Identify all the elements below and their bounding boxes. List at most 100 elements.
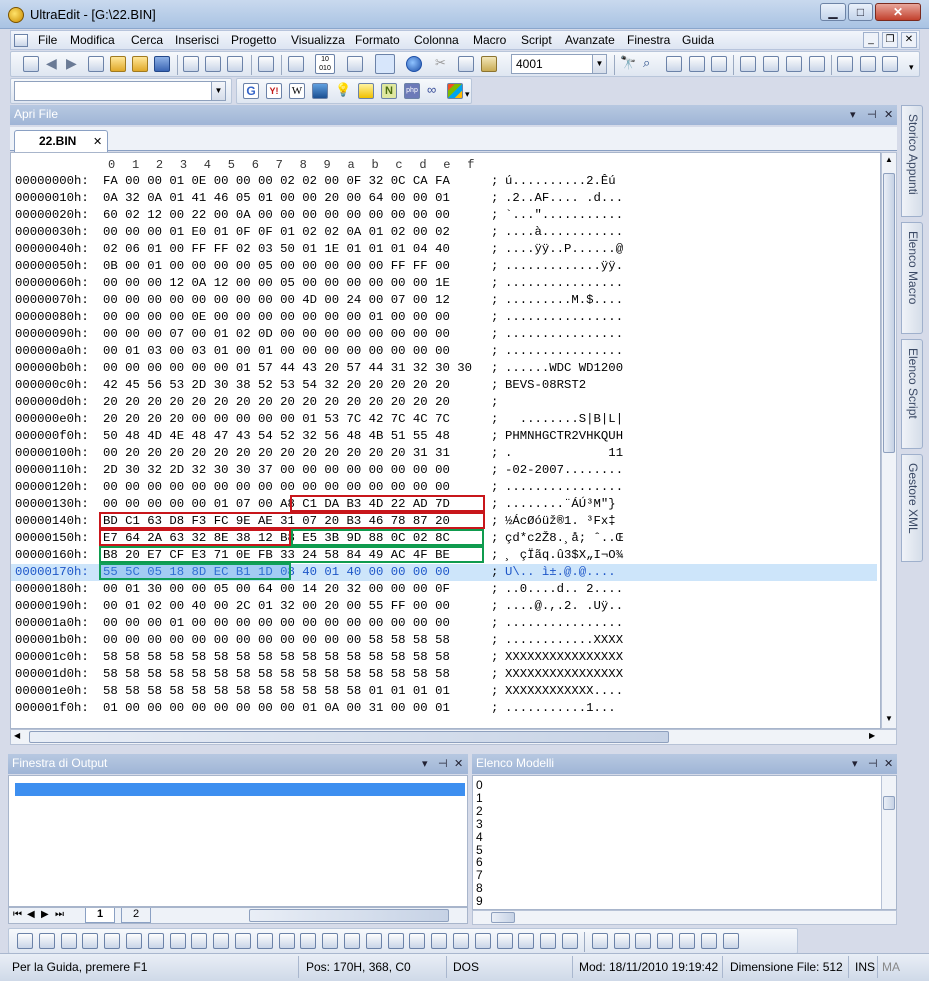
hex-row[interactable]: 000001e0h: 58 58 58 58 58 58 58 58 58 58 … (15, 683, 623, 700)
msdn-search-icon[interactable] (312, 83, 328, 99)
hex-row[interactable]: 00000010h: 0A 32 0A 01 41 46 05 01 00 00 … (15, 190, 623, 207)
models-list-item[interactable]: 2 (476, 804, 483, 818)
hex-row[interactable]: 00000150h: E7 64 2A 63 32 8E 38 12 B8 E5 … (15, 530, 623, 547)
menu-cerca[interactable]: Cerca (131, 33, 163, 47)
hex-row-ascii[interactable]: ½ÁcØóüž®1. ³Fx‡ (505, 513, 616, 530)
find-icon[interactable]: 🔭 (620, 56, 636, 72)
font-size-combo[interactable]: 4001 ▼ (511, 54, 607, 74)
google-search-icon[interactable]: G (243, 83, 259, 99)
n-search-icon[interactable]: N (381, 83, 397, 99)
hex-row-bytes[interactable]: 00 01 02 00 40 00 2C 01 32 00 20 00 55 F… (103, 598, 450, 615)
font-color-icon[interactable] (169, 933, 186, 949)
hex-row-ascii[interactable]: ................ (505, 326, 623, 343)
menu-formato[interactable]: Formato (355, 33, 400, 47)
spellcheck-icon[interactable] (227, 56, 243, 72)
infinity-search-icon[interactable]: ∞ (427, 83, 443, 99)
output-selected-line[interactable] (15, 783, 465, 796)
hex-row-ascii[interactable]: ....@.,.2. .Uÿ.. (505, 598, 623, 615)
hex-row[interactable]: 000000b0h: 00 00 00 00 00 00 01 57 44 43 … (15, 360, 623, 377)
hex-row-bytes[interactable]: 00 00 00 00 00 00 00 00 00 00 00 00 58 5… (103, 632, 450, 649)
print-icon[interactable] (183, 56, 199, 72)
models-list-item[interactable]: 8 (476, 881, 483, 895)
panel-close-icon[interactable]: ✕ (454, 754, 463, 774)
hex-row[interactable]: 00000060h: 00 00 00 12 0A 12 00 00 05 00 … (15, 275, 623, 292)
php-search-icon[interactable]: php (404, 83, 420, 99)
mdi-minimize-icon[interactable]: _ (863, 32, 879, 48)
hex-row-ascii[interactable]: ........S|B|L| (505, 411, 623, 428)
password-field-icon[interactable] (387, 933, 404, 949)
table-icon[interactable] (591, 933, 608, 949)
italic-icon[interactable] (60, 933, 77, 949)
first-page-icon[interactable]: ⏮ (13, 909, 22, 920)
status-insert-mode[interactable]: INS (855, 958, 875, 976)
hex-row[interactable]: 000000a0h: 00 01 03 00 03 01 00 01 00 00 … (15, 343, 623, 360)
checkbox-icon[interactable] (431, 933, 448, 949)
hex-editor[interactable]: 0 1 2 3 4 5 6 7 8 9 a b c d e f 00000000h: FA 00 00 01 0… (10, 152, 881, 729)
hex-row-ascii[interactable]: `..."........... (505, 207, 623, 224)
models-list-item[interactable]: 4 (476, 830, 483, 844)
menu-guida[interactable]: Guida (682, 33, 714, 47)
cut-icon[interactable]: ✂ (435, 56, 451, 72)
panel-pin-icon[interactable]: ⊣ (438, 754, 448, 774)
hex-row-ascii[interactable]: ................ (505, 479, 623, 496)
hex-row-ascii[interactable]: -02-2007........ (505, 462, 623, 479)
hex-row-ascii[interactable]: . 11 (505, 445, 623, 462)
frame-icon[interactable] (300, 933, 317, 949)
hex-row-bytes[interactable]: 00 00 00 00 00 00 00 00 00 00 00 00 00 0… (103, 479, 450, 496)
hex-row-bytes[interactable]: 00 20 20 20 20 20 20 20 20 20 20 20 20 2… (103, 445, 450, 462)
panel-pin-icon[interactable]: ⊣ (867, 105, 877, 125)
web-browser-icon[interactable] (406, 56, 422, 72)
hex-row[interactable]: 00000070h: 00 00 00 00 00 00 00 00 00 4D … (15, 292, 623, 309)
mdi-close-icon[interactable]: ✕ (901, 32, 917, 48)
hex-row-bytes[interactable]: 00 00 00 01 E0 01 0F 0F 01 02 02 0A 01 0… (103, 224, 450, 241)
hex-row-ascii[interactable]: XXXXXXXXXXXXXXXX (505, 666, 623, 683)
hex-row[interactable]: 000000c0h: 42 45 56 53 2D 30 38 52 53 54 … (15, 377, 586, 394)
bold-icon[interactable] (38, 933, 55, 949)
hex-row-ascii[interactable]: ........¨ÁÚ³M"­} (505, 496, 616, 513)
status-line-ending[interactable]: DOS (453, 958, 479, 976)
hex-row-ascii[interactable]: ................ (505, 343, 623, 360)
numbered-list-icon[interactable] (147, 933, 164, 949)
menu-visualizza[interactable]: Visualizza (291, 33, 345, 47)
numbering-icon[interactable] (679, 933, 695, 949)
find-in-files-icon[interactable] (689, 56, 705, 72)
hex-row-bytes[interactable]: 50 48 4D 4E 48 47 43 54 52 32 56 48 4B 5… (103, 428, 450, 445)
hex-row-bytes[interactable]: 42 45 56 53 2D 30 38 52 53 54 32 20 20 2… (103, 377, 450, 394)
button-icon[interactable] (409, 933, 426, 949)
picture-icon[interactable] (17, 933, 33, 949)
hex-row[interactable]: 00000100h: 00 20 20 20 20 20 20 20 20 20 … (15, 445, 623, 462)
hex-row[interactable]: 000001f0h: 01 00 00 00 00 00 00 00 00 01 … (15, 700, 616, 717)
table-edit-icon[interactable] (635, 933, 652, 949)
image-icon[interactable] (496, 933, 513, 949)
line-numbers-icon[interactable] (375, 54, 395, 74)
models-list-item[interactable]: 1 (476, 791, 483, 805)
align-center-icon[interactable] (763, 56, 779, 72)
side-tab-elenco-script[interactable]: Elenco Script (901, 339, 923, 449)
hex-row-bytes[interactable]: 58 58 58 58 58 58 58 58 58 58 58 58 58 5… (103, 649, 450, 666)
chevron-down-icon[interactable]: ▼ (211, 82, 225, 100)
hex-row-bytes[interactable]: 02 06 01 00 FF FF 02 03 50 01 1E 01 01 0… (103, 241, 450, 258)
panel-close-icon[interactable]: ✕ (884, 754, 893, 774)
menu-progetto[interactable]: Progetto (231, 33, 276, 47)
models-list-item[interactable]: 7 (476, 868, 483, 882)
justify-icon[interactable] (809, 56, 825, 72)
hex-row-bytes[interactable]: 00 00 00 00 0E 00 00 00 00 00 00 00 01 0… (103, 309, 450, 326)
textarea-icon[interactable] (365, 933, 382, 949)
panel-pin-icon[interactable]: ⊣ (868, 754, 878, 774)
insert-date-icon[interactable] (562, 933, 578, 949)
split-horizontal-icon[interactable] (837, 56, 853, 72)
radio-icon[interactable] (453, 933, 469, 949)
output-tab-2[interactable]: 2 (121, 908, 151, 923)
hex-row-bytes[interactable]: 20 20 20 20 20 20 20 20 20 20 20 20 20 2… (103, 394, 450, 411)
menu-avanzate[interactable]: Avanzate (565, 33, 615, 47)
hex-row[interactable]: 00000050h: 0B 00 01 00 00 00 00 05 00 00 … (15, 258, 623, 275)
side-tab-gestore-xml[interactable]: Gestore XML (901, 454, 923, 562)
hex-row-ascii[interactable]: XXXXXXXXXXXX.... (505, 683, 623, 700)
underline-icon[interactable] (82, 933, 99, 949)
hex-row-ascii[interactable]: PHMNHGCTR2VHKQUH (505, 428, 623, 445)
hex-row-ascii[interactable]: ................ (505, 275, 623, 292)
output-scroll-thumb[interactable] (249, 909, 449, 922)
split-vertical-icon[interactable] (860, 56, 876, 72)
scroll-down-icon[interactable]: ▼ (885, 714, 893, 723)
align-left-icon[interactable] (740, 56, 756, 72)
